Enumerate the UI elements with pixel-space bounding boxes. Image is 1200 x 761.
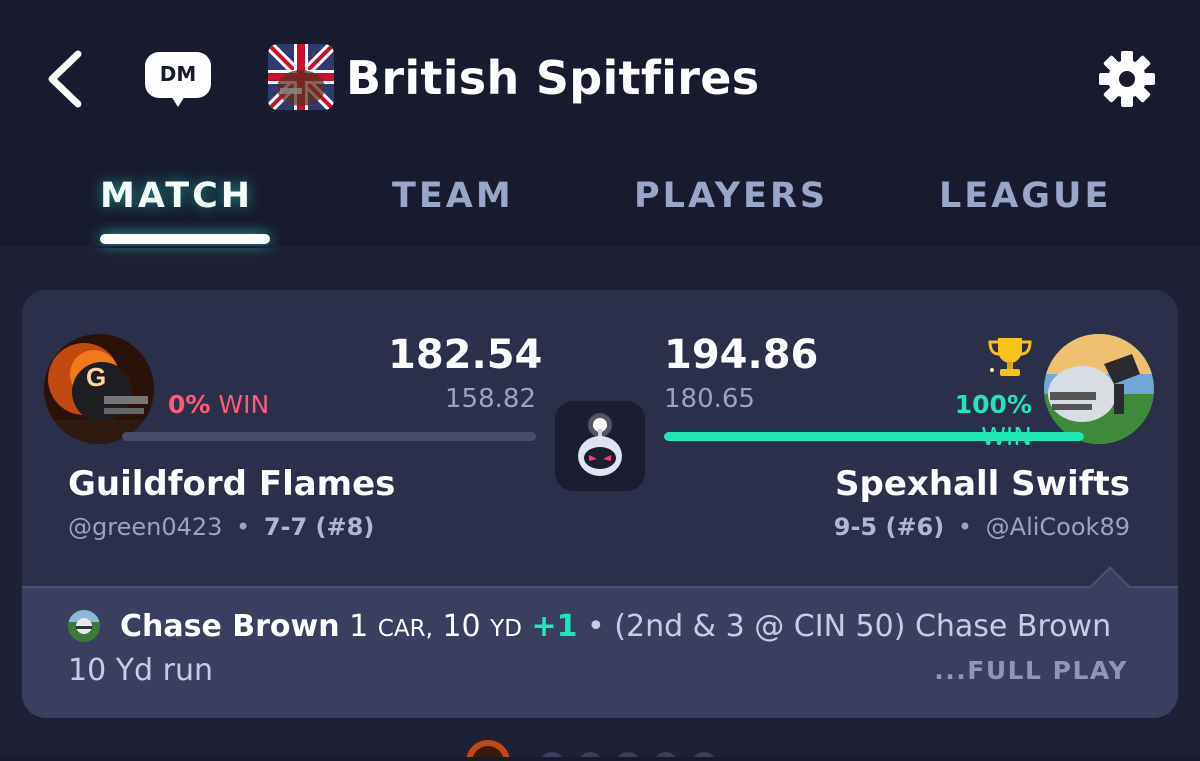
tab-match[interactable]: MATCH xyxy=(100,174,253,218)
home-projected-score: 158.82 xyxy=(445,384,536,414)
away-team-name[interactable]: Spexhall Swifts xyxy=(722,462,1130,506)
home-owner-handle[interactable]: @green0423 xyxy=(68,513,222,541)
full-play-link[interactable]: ...FULL PLAY xyxy=(922,654,1128,688)
dm-label: DM xyxy=(159,62,197,86)
robot-icon xyxy=(578,413,622,476)
meta-separator: • xyxy=(957,513,973,541)
top-bar: DM British Spitfires xyxy=(0,0,1200,155)
meta-separator: • xyxy=(236,513,251,541)
home-score: 182.54 xyxy=(388,332,543,378)
swifts-helmet-avatar xyxy=(1044,334,1154,444)
away-team-meta: 9-5 (#6) • @AliCook89 xyxy=(722,511,1130,543)
points-gained: +1 xyxy=(531,609,578,644)
last-play-panel[interactable]: Chase Brown 1 CAR, 10 YD +1 • (2nd & 3 @… xyxy=(22,586,1178,718)
home-record: 7-7 (#8) xyxy=(263,513,375,541)
away-win-bar xyxy=(664,432,1084,441)
tab-divider xyxy=(0,246,1200,248)
away-team-avatar[interactable] xyxy=(1044,334,1154,444)
tab-players[interactable]: PLAYERS xyxy=(634,174,828,218)
play-separator: • xyxy=(587,609,605,644)
yards-unit: YD xyxy=(490,616,522,642)
play-panel-notch-fill xyxy=(1090,569,1130,589)
home-win-probability: 0% WIN xyxy=(168,389,269,421)
live-bot-badge[interactable] xyxy=(555,401,645,491)
trophy-icon xyxy=(986,336,1034,378)
player-name[interactable]: Chase Brown xyxy=(120,609,340,644)
home-win-pct: 0% xyxy=(168,390,211,419)
tab-bar: MATCH TEAM PLAYERS LEAGUE xyxy=(0,160,1200,246)
away-projected-score: 180.65 xyxy=(664,384,755,414)
away-score: 194.86 xyxy=(664,332,819,378)
dm-button[interactable]: DM xyxy=(143,50,213,110)
back-button[interactable] xyxy=(40,48,92,110)
home-team-avatar[interactable]: G xyxy=(44,334,154,444)
union-jack-helmet-logo xyxy=(268,44,334,110)
away-owner-handle[interactable]: @AliCook89 xyxy=(986,513,1130,541)
tab-team[interactable]: TEAM xyxy=(392,174,514,218)
team-logo xyxy=(268,44,334,110)
home-team-name[interactable]: Guildford Flames xyxy=(68,462,395,506)
back-arrow-icon xyxy=(48,50,82,108)
settings-button[interactable] xyxy=(1096,48,1158,110)
matchup-card[interactable]: G 182.54 158.82 0% WIN 194.86 180.65 100… xyxy=(22,290,1178,718)
home-win-bar xyxy=(122,432,536,441)
home-win-label: WIN xyxy=(218,390,270,419)
tab-league[interactable]: LEAGUE xyxy=(939,174,1111,218)
yards-value: 10 xyxy=(442,609,481,644)
carousel-indicators xyxy=(462,738,762,761)
flames-helmet-avatar: G xyxy=(44,334,154,444)
away-win-bar-fill xyxy=(664,432,1084,441)
svg-text:G: G xyxy=(86,362,106,392)
carries-value: 1 xyxy=(349,609,369,644)
gear-icon xyxy=(1099,51,1155,107)
away-win-probability: 100% WIN xyxy=(902,389,1032,453)
carries-unit: CAR, xyxy=(377,616,433,642)
home-team-meta: @green0423 • 7-7 (#8) xyxy=(68,511,374,543)
away-record: 9-5 (#6) xyxy=(833,513,945,541)
active-tab-indicator xyxy=(100,234,270,244)
away-win-pct: 100% xyxy=(954,390,1032,419)
page-title: British Spitfires xyxy=(346,51,760,105)
